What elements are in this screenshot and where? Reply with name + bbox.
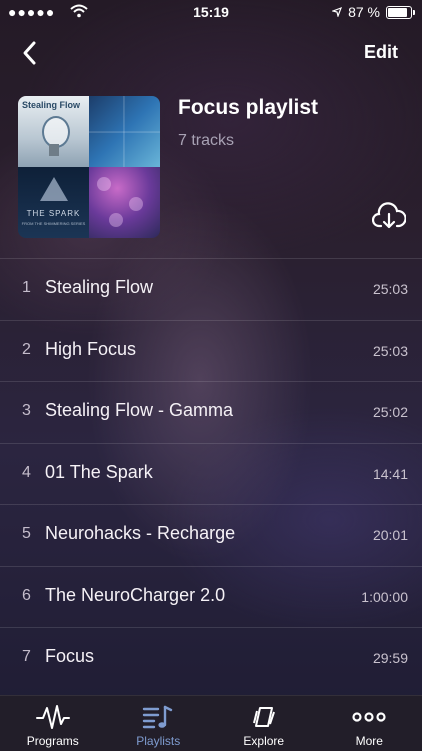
track-row[interactable]: 4 01 The Spark 14:41 bbox=[0, 443, 422, 505]
location-arrow-icon bbox=[332, 4, 342, 20]
track-number: 5 bbox=[22, 525, 31, 543]
track-number: 2 bbox=[22, 341, 31, 359]
track-duration: 29:59 bbox=[373, 650, 408, 666]
tab-explore[interactable]: Explore bbox=[211, 696, 317, 751]
status-bar: ●●●●● 15:19 87 % bbox=[0, 0, 422, 24]
tab-programs[interactable]: Programs bbox=[0, 696, 106, 751]
track-row[interactable]: 6 The NeuroCharger 2.0 1:00:00 bbox=[0, 566, 422, 628]
cover-tile-bokeh bbox=[89, 167, 160, 238]
battery-icon bbox=[386, 6, 412, 19]
tab-bar: Programs Playlists Explore More bbox=[0, 695, 422, 751]
more-dots-icon bbox=[351, 704, 387, 730]
playlist-header: Stealing Flow THE SPARK FROM THE SHIMMER… bbox=[18, 96, 408, 240]
playlist-cover-art: Stealing Flow THE SPARK FROM THE SHIMMER… bbox=[18, 96, 160, 238]
track-title: High Focus bbox=[45, 339, 136, 360]
track-duration: 20:01 bbox=[373, 527, 408, 543]
back-chevron-icon[interactable] bbox=[18, 40, 44, 66]
track-title: 01 The Spark bbox=[45, 462, 153, 483]
track-duration: 25:03 bbox=[373, 343, 408, 359]
playlist-title: Focus playlist bbox=[178, 96, 318, 120]
track-list: 1 Stealing Flow 25:03 2 High Focus 25:03… bbox=[0, 258, 422, 689]
track-number: 6 bbox=[22, 587, 31, 605]
cover-tile-the-spark: THE SPARK FROM THE SHIMMERING SERIES bbox=[18, 167, 89, 238]
cloud-download-icon[interactable] bbox=[372, 202, 406, 230]
track-title: Stealing Flow bbox=[45, 277, 153, 298]
track-title: Neurohacks - Recharge bbox=[45, 523, 235, 544]
bokeh-circle bbox=[129, 197, 143, 211]
cover-tile-title: THE SPARK bbox=[18, 209, 89, 218]
books-icon bbox=[246, 704, 282, 730]
track-duration: 25:03 bbox=[373, 281, 408, 297]
track-title: The NeuroCharger 2.0 bbox=[45, 585, 225, 606]
tab-more[interactable]: More bbox=[317, 696, 422, 751]
track-number: 7 bbox=[22, 648, 31, 666]
bokeh-circle bbox=[109, 213, 123, 227]
track-title: Focus bbox=[45, 646, 94, 667]
waveform-icon bbox=[35, 704, 71, 730]
battery-fill bbox=[388, 8, 407, 17]
edit-button[interactable]: Edit bbox=[364, 42, 398, 63]
battery-percentage: 87 % bbox=[348, 4, 380, 20]
track-row[interactable]: 1 Stealing Flow 25:03 bbox=[0, 258, 422, 320]
track-number: 3 bbox=[22, 402, 31, 420]
track-title: Stealing Flow - Gamma bbox=[45, 400, 233, 421]
navigation-bar: Edit bbox=[0, 30, 422, 74]
track-number: 4 bbox=[22, 464, 31, 482]
track-duration: 14:41 bbox=[373, 466, 408, 482]
tab-label: More bbox=[317, 734, 422, 748]
tab-playlists[interactable]: Playlists bbox=[106, 696, 212, 751]
cover-tile-stealing-flow: Stealing Flow bbox=[18, 96, 89, 167]
track-duration: 1:00:00 bbox=[361, 589, 408, 605]
cover-tile-title: Stealing Flow bbox=[22, 100, 80, 110]
track-row[interactable]: 5 Neurohacks - Recharge 20:01 bbox=[0, 504, 422, 566]
tab-label: Explore bbox=[211, 734, 317, 748]
track-row[interactable]: 2 High Focus 25:03 bbox=[0, 320, 422, 382]
track-number: 1 bbox=[22, 279, 31, 297]
cover-tile-high-focus bbox=[89, 96, 160, 167]
spark-logo-icon bbox=[40, 177, 68, 201]
cover-tile-subtitle: FROM THE SHIMMERING SERIES bbox=[18, 221, 89, 226]
track-duration: 25:02 bbox=[373, 404, 408, 420]
bokeh-circle bbox=[97, 177, 111, 191]
tab-label: Playlists bbox=[106, 734, 212, 748]
track-row[interactable]: 7 Focus 29:59 bbox=[0, 627, 422, 689]
playlist-track-count: 7 tracks bbox=[178, 132, 234, 150]
playlist-music-icon bbox=[140, 704, 176, 730]
cover-tile-collage bbox=[89, 96, 160, 167]
lightbulb-base bbox=[49, 144, 59, 156]
tab-label: Programs bbox=[0, 734, 106, 748]
track-row[interactable]: 3 Stealing Flow - Gamma 25:02 bbox=[0, 381, 422, 443]
